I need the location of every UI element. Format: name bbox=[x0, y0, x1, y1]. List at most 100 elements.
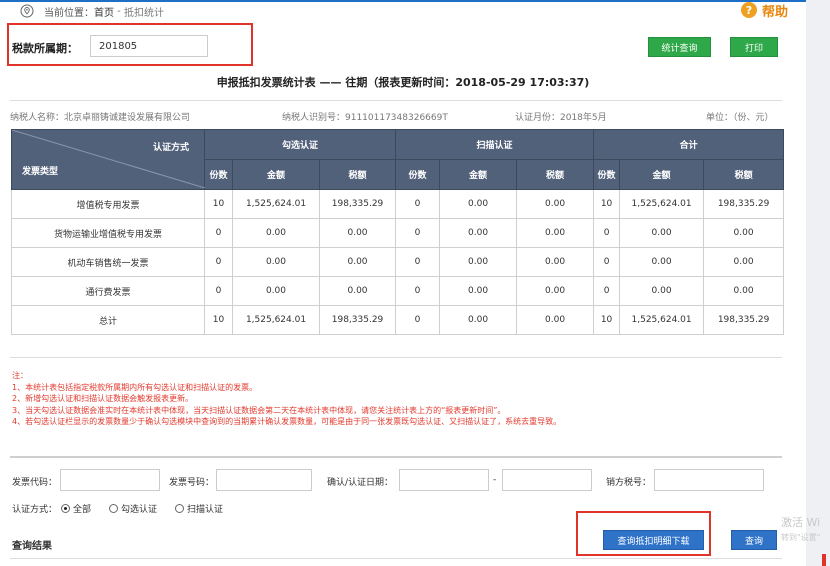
cell: 198,335.29 bbox=[318, 189, 397, 219]
cell: 198,335.29 bbox=[318, 305, 397, 335]
help-label: 帮助 bbox=[762, 4, 789, 20]
cell: 0 bbox=[395, 218, 441, 248]
cell: 0.00 bbox=[439, 218, 518, 248]
notes-title: 注： bbox=[12, 371, 28, 380]
breadcrumb-current: 抵扣统计 bbox=[123, 7, 164, 19]
table-row-total: 总计 10 1,525,624.01 198,335.29 0 0.00 0.0… bbox=[11, 305, 785, 335]
invoice-number-input[interactable] bbox=[216, 469, 312, 491]
unit-label: 单位：（份、元） bbox=[706, 113, 774, 123]
cell: 0 bbox=[593, 276, 621, 306]
table-row: 货物运输业增值税专用发票 0 0.00 0.00 0 0.00 0.00 0 0… bbox=[11, 218, 785, 248]
table-row: 增值税专用发票 10 1,525,624.01 198,335.29 0 0.0… bbox=[11, 189, 785, 219]
stat-query-button[interactable]: 统计查询 bbox=[648, 37, 711, 57]
report-title: 申报抵扣发票统计表 —— 往期（报表更新时间：2018-05-29 17:03:… bbox=[216, 76, 590, 89]
cell: 1,525,624.01 bbox=[232, 305, 320, 335]
search-button[interactable]: 查询 bbox=[731, 530, 777, 550]
notes-block: 注： 1、本统计表包括指定税款所属期内所有勾选认证和扫描认证的发票。 2、新增勾… bbox=[12, 370, 561, 428]
radio-scan-cert-label[interactable]: 扫描认证 bbox=[187, 502, 223, 515]
filter-divider bbox=[10, 456, 782, 458]
cert-method-radio-group: 认证方式： 全部 勾选认证 扫描认证 bbox=[12, 502, 223, 515]
invoice-code-label: 发票代码： bbox=[12, 478, 58, 488]
subheader-count: 份数 bbox=[395, 159, 441, 190]
cell: 0 bbox=[204, 276, 233, 306]
seller-tax-id-input[interactable] bbox=[654, 469, 764, 491]
corner-diagonal bbox=[12, 130, 205, 188]
cell: 198,335.29 bbox=[703, 305, 785, 335]
radio-all[interactable] bbox=[61, 504, 71, 513]
subheader-amount: 金额 bbox=[619, 159, 705, 190]
cert-month: 认证月份：2018年5月 bbox=[515, 113, 607, 123]
help-button[interactable]: ? 帮助 bbox=[741, 0, 788, 20]
cell: 0.00 bbox=[516, 305, 595, 335]
date-range-separator: - bbox=[493, 475, 497, 485]
corner-label-cert-method: 认证方式 bbox=[152, 143, 189, 153]
radio-checkbox-cert[interactable] bbox=[109, 504, 119, 513]
radio-checkbox-cert-label[interactable]: 勾选认证 bbox=[121, 502, 157, 515]
cell: 198,335.29 bbox=[703, 189, 785, 219]
cell: 0.00 bbox=[439, 305, 518, 335]
invoice-code-input[interactable] bbox=[60, 469, 160, 491]
breadcrumb-separator: - bbox=[114, 5, 124, 17]
cell: 0.00 bbox=[703, 247, 785, 277]
group-header-total: 合计 bbox=[593, 129, 785, 160]
table-corner-header: 认证方式 发票类型 bbox=[11, 129, 205, 190]
subheader-count: 份数 bbox=[593, 159, 621, 190]
cell: 0.00 bbox=[439, 189, 518, 219]
cert-method-label: 认证方式： bbox=[12, 505, 58, 515]
cell: 0.00 bbox=[318, 247, 397, 277]
red-annotation-mark bbox=[822, 554, 826, 566]
cell: 0.00 bbox=[516, 276, 595, 306]
row-type: 通行费发票 bbox=[11, 276, 205, 306]
radio-scan-cert[interactable] bbox=[175, 504, 185, 513]
subheader-amount: 金额 bbox=[232, 159, 320, 190]
cell: 0.00 bbox=[516, 189, 595, 219]
cell: 0.00 bbox=[318, 218, 397, 248]
period-input[interactable] bbox=[90, 35, 208, 57]
results-divider bbox=[10, 558, 782, 559]
question-icon: ? bbox=[741, 2, 757, 18]
cell: 0.00 bbox=[516, 218, 595, 248]
note-item: 2、新增勾选认证和扫描认证数据会触发报表更新。 bbox=[12, 394, 194, 403]
notes-divider bbox=[10, 357, 782, 358]
period-label: 税款所属期： bbox=[12, 42, 78, 55]
note-item: 4、若勾选认证栏显示的发票数量少于确认勾选模块中查询到的当期累计确认发票数量，可… bbox=[12, 417, 562, 426]
row-type: 货物运输业增值税专用发票 bbox=[11, 218, 205, 248]
right-gutter bbox=[806, 0, 830, 566]
cell: 10 bbox=[593, 305, 621, 335]
group-header-scan-cert: 扫描认证 bbox=[395, 129, 595, 160]
download-details-button[interactable]: 查询抵扣明细下载 bbox=[603, 530, 704, 550]
note-item: 1、本统计表包括指定税款所属期内所有勾选认证和扫描认证的发票。 bbox=[12, 382, 258, 392]
cert-date-label: 确认/认证日期： bbox=[327, 478, 394, 488]
cell: 0 bbox=[395, 276, 441, 306]
table-row: 通行费发票 0 0.00 0.00 0 0.00 0.00 0 0.00 0.0… bbox=[11, 276, 785, 306]
cell: 10 bbox=[593, 189, 621, 219]
subheader-tax: 税额 bbox=[703, 159, 785, 190]
page: 当前位置： 首页 - 抵扣统计 ? 帮助 税款所属期： 统计查询 打印 申报抵扣… bbox=[0, 0, 806, 566]
radio-all-label[interactable]: 全部 bbox=[73, 502, 91, 515]
subheader-tax: 税额 bbox=[516, 159, 595, 190]
cert-date-start-input[interactable] bbox=[399, 469, 489, 491]
cell: 0 bbox=[395, 247, 441, 277]
cell: 0.00 bbox=[439, 247, 518, 277]
cell: 0.00 bbox=[703, 276, 785, 306]
cell: 0.00 bbox=[703, 218, 785, 248]
breadcrumb-home-link[interactable]: 首页 bbox=[94, 4, 114, 19]
subheader-count: 份数 bbox=[204, 159, 233, 190]
cell: 0.00 bbox=[232, 247, 320, 277]
cell: 0.00 bbox=[619, 218, 705, 248]
location-pin-icon bbox=[20, 4, 34, 18]
taxpayer-id: 纳税人识别号：91110117348326669T bbox=[282, 113, 448, 123]
cell: 0.00 bbox=[439, 276, 518, 306]
taxpayer-name: 纳税人名称：北京卓丽铸诚建设发展有限公司 bbox=[10, 113, 191, 123]
cell: 0.00 bbox=[232, 276, 320, 306]
table-row: 机动车销售统一发票 0 0.00 0.00 0 0.00 0.00 0 0.00… bbox=[11, 247, 785, 277]
cell: 0 bbox=[395, 305, 441, 335]
corner-label-invoice-type: 发票类型 bbox=[22, 167, 59, 177]
invoice-number-label: 发票号码： bbox=[169, 478, 215, 488]
cell: 0.00 bbox=[318, 276, 397, 306]
cell: 1,525,624.01 bbox=[232, 189, 320, 219]
print-button[interactable]: 打印 bbox=[730, 37, 778, 57]
cert-date-end-input[interactable] bbox=[502, 469, 592, 491]
cell: 0 bbox=[593, 218, 621, 248]
cell: 0.00 bbox=[232, 218, 320, 248]
